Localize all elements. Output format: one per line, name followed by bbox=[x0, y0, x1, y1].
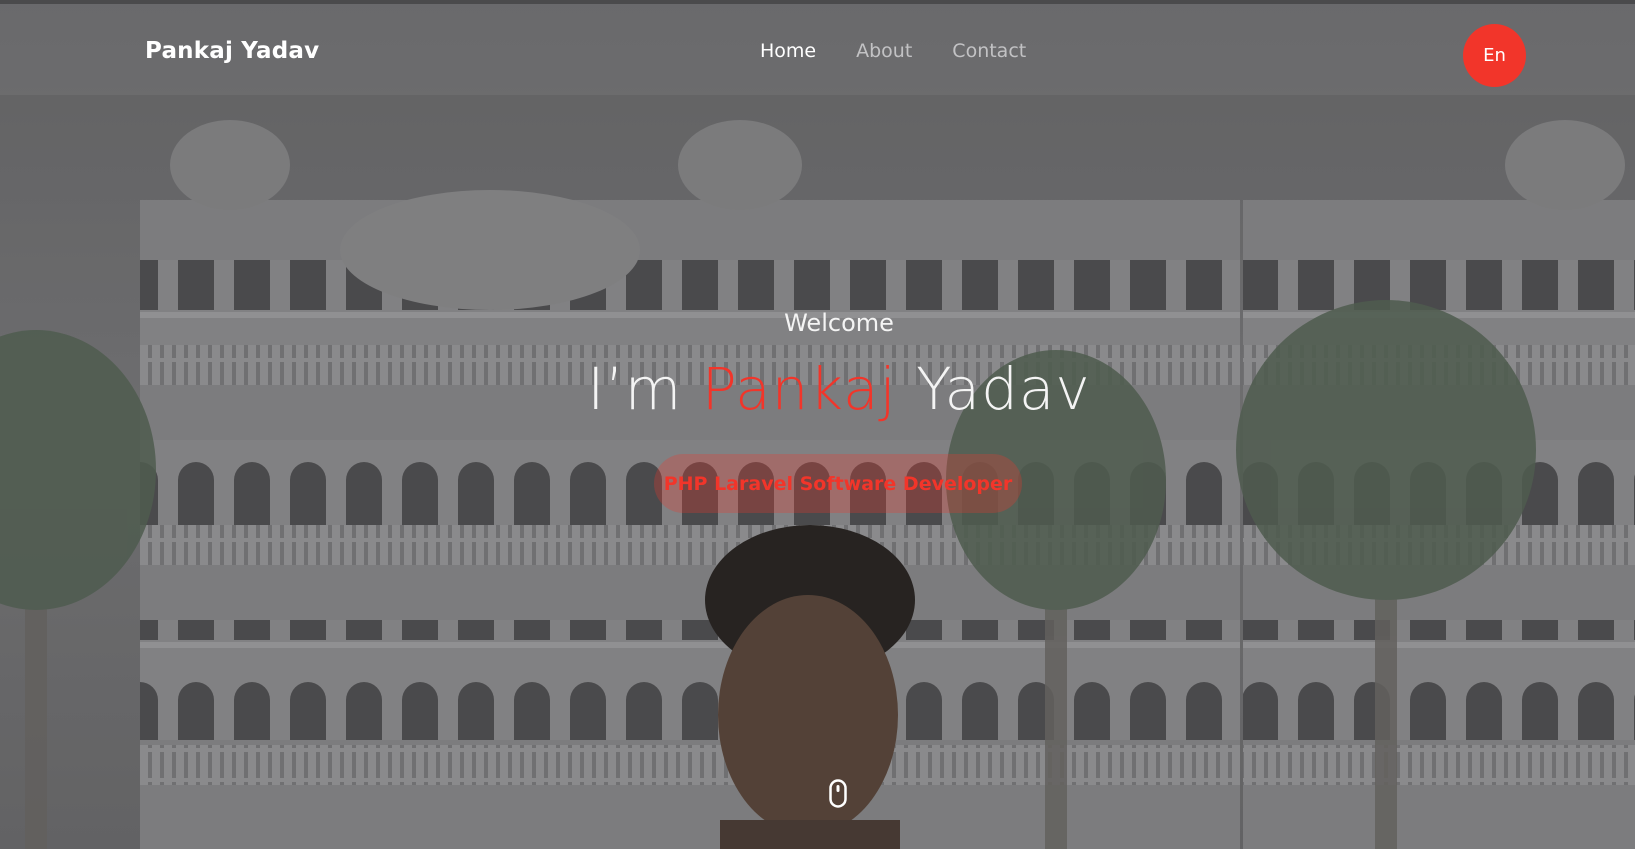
nav-contact-link[interactable]: Contact bbox=[952, 40, 1026, 62]
headline-last-name: Yadav bbox=[916, 355, 1091, 423]
welcome-text: Welcome bbox=[784, 309, 894, 337]
mouse-scroll-icon[interactable] bbox=[829, 779, 847, 808]
navbar: Pankaj Yadav Home About Contact En bbox=[0, 4, 1635, 95]
role-badge: PHP Laravel Software Developer bbox=[654, 454, 1022, 513]
hero-headline: I’m Pankaj Yadav bbox=[0, 355, 1635, 423]
brand-logo-text[interactable]: Pankaj Yadav bbox=[145, 38, 319, 64]
main-nav: Home About Contact bbox=[760, 40, 1026, 62]
language-button[interactable]: En bbox=[1463, 24, 1526, 87]
headline-prefix: I’m bbox=[587, 355, 683, 423]
nav-about-link[interactable]: About bbox=[856, 40, 912, 62]
headline-first-name: Pankaj bbox=[701, 355, 897, 423]
nav-home-link[interactable]: Home bbox=[760, 40, 816, 62]
role-text: PHP Laravel Software Developer bbox=[663, 472, 1013, 495]
hero-dark-overlay bbox=[0, 0, 1635, 849]
hero-section: Welcome I’m Pankaj Yadav PHP Laravel Sof… bbox=[0, 0, 1635, 849]
